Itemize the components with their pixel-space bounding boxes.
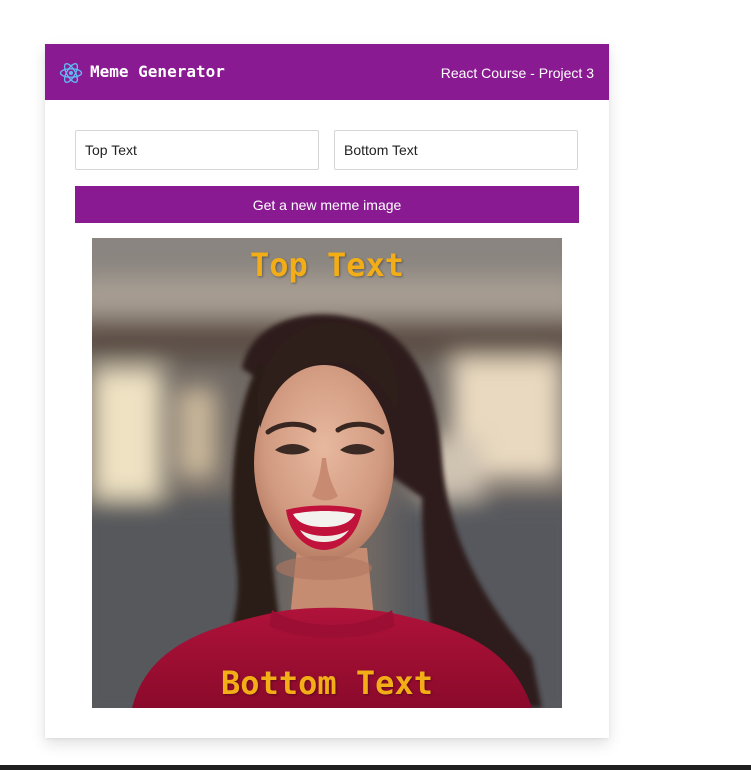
app-header: Meme Generator React Course - Project 3 (45, 44, 609, 100)
react-atom-icon (59, 61, 83, 85)
meme-top-text: Top Text (249, 246, 405, 284)
bottom-text-input[interactable] (334, 130, 578, 170)
taskbar-strip (0, 765, 751, 770)
app-title: Meme Generator (90, 62, 225, 81)
meme-preview: Top Text Bottom Text (92, 238, 562, 708)
header-subtitle: React Course - Project 3 (440, 65, 594, 81)
top-text-input[interactable] (75, 130, 319, 170)
get-meme-image-button[interactable]: Get a new meme image (75, 186, 579, 223)
meme-card: Meme Generator React Course - Project 3 … (45, 44, 609, 738)
meme-bottom-text: Bottom Text (221, 664, 433, 702)
meme-image (92, 238, 562, 708)
